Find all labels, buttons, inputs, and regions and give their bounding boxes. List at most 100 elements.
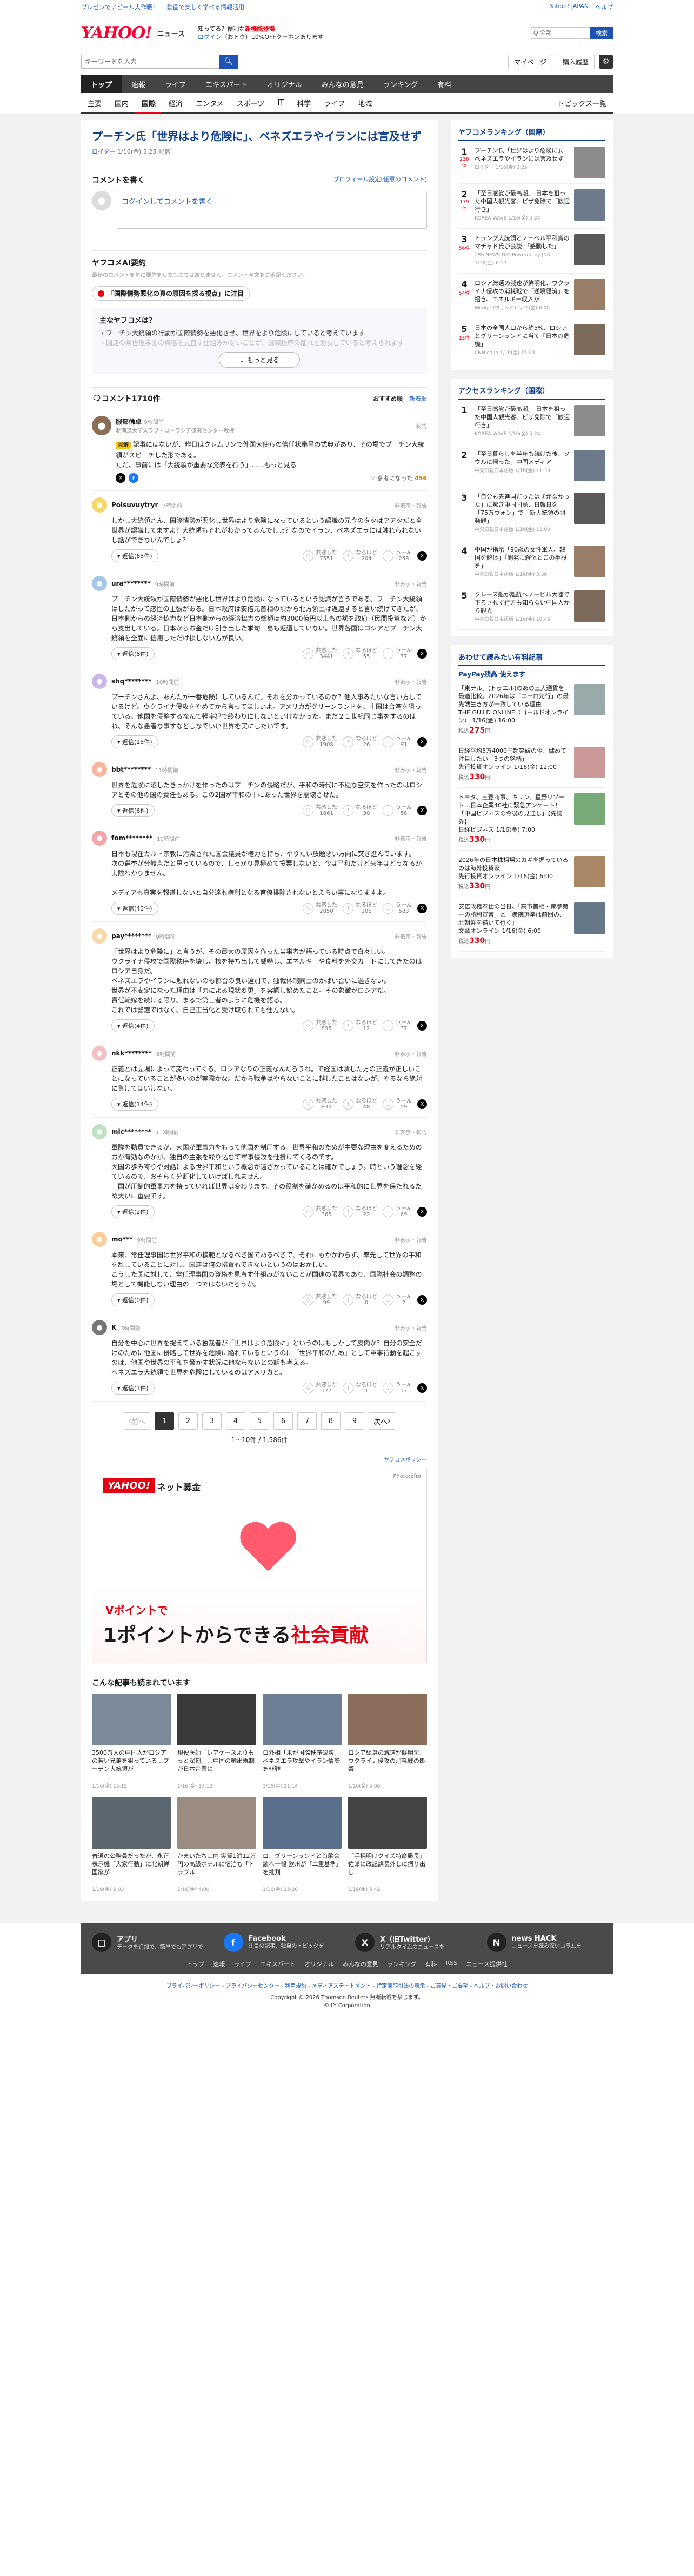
ranking-item[interactable]: 5 13件 日本の全国人口から約5%、ロシアとグリーンランドに当て「日本の危機」 CN… (458, 318, 605, 363)
commenter-avatar[interactable]: ● (92, 576, 107, 591)
mini-search-button[interactable]: 検索 (590, 27, 613, 39)
ranking-item[interactable]: 2 179件 「至日感覚が最高潮」 日本を狙った中国人観光客、ビザ免除で「歓迎行き」… (458, 184, 605, 229)
gnav-item-opinion[interactable]: みんなの意見 (312, 75, 373, 93)
commenter-avatar[interactable]: ● (92, 674, 107, 689)
related-article-card[interactable]: 普通の公務員だったが、永正表示機「大家行動」に北朝鮮国家が 1/16(金) 6:0… (92, 1797, 171, 1893)
paid-article-item[interactable]: 日経平均5万4000円超突破の今、儲めて注目したい「3つの銘柄」 先行投資オンライ… (458, 741, 605, 788)
article-title[interactable]: プーチン氏「世界はより危険に」、ベネズエラやイランには言及せず (92, 129, 427, 144)
dislike-button[interactable]: … うーん 37 (383, 1020, 412, 1032)
related-article-card[interactable]: 3500万人の中国人がロシアの若い兄弟を狙っている…プーチン大統領が 1/16(金… (92, 1694, 171, 1789)
commenter-name[interactable]: pay******** (111, 932, 151, 940)
footer-legal-links[interactable]: プライバシーポリシー - プライバシーセンター - 利用規約 - メディアステー… (0, 1981, 694, 1989)
reply-button[interactable]: ▾ 返信(43件) (111, 902, 158, 915)
sort-recommended[interactable]: おすすめ順 (373, 394, 403, 403)
expert-name[interactable]: 服部倫卓 (116, 418, 142, 426)
comment-report-link[interactable]: 非表示・報告 (395, 1128, 427, 1136)
comment-input[interactable]: ログインしてコメントを書く (117, 191, 427, 229)
reply-button[interactable]: ▾ 返信(1件) (111, 1382, 155, 1395)
naruhodo-button[interactable]: ! なるほど 26 (343, 736, 377, 748)
commenter-name[interactable]: shq******** (111, 678, 151, 685)
like-button[interactable]: ♡ 共感した 830 (303, 1098, 337, 1110)
related-article-card[interactable]: ロシア総選の減速が鮮明化、ウクライナ侵攻の消耗戦の影響 1/16(金) 5:00 (348, 1694, 427, 1789)
yahoo-comment-policy-link[interactable]: ヤフコメポリシー (92, 1455, 427, 1463)
ranking-item[interactable]: 1 「至日感覚が最高潮」 日本を狙った中国人観光客、ビザ免除で「歓迎行き」 KORE… (458, 400, 605, 444)
pager-page[interactable]: 9 (345, 1412, 364, 1430)
related-article-card[interactable]: 現役医師「レアケースよりもっと深刻」…中国の輸出規制が日本企業に 1/16(金) … (177, 1694, 256, 1789)
x-share-icon[interactable]: X (417, 1295, 427, 1305)
reply-button[interactable]: ▾ 返信(4件) (111, 1019, 155, 1032)
related-article-card[interactable]: ロ、グリーンランドと首脳会談へ一報 欧州が「二重基準」を批判 1/16(金) 15… (263, 1797, 342, 1893)
ranking-item[interactable]: 1 236件 プーチン氏「世界はより危険に」、ベネズエラやイランには言及せず ロイター… (458, 141, 605, 184)
help-link[interactable]: ヘルプ (595, 3, 613, 11)
footer-x[interactable]: X X（旧Twitter） リアルタイムのニュースを (355, 1933, 471, 1952)
dislike-button[interactable]: … うーん 69 (383, 1206, 412, 1218)
dislike-button[interactable]: … うーん 77 (383, 648, 412, 660)
gnav-item-live[interactable]: ライブ (155, 75, 196, 93)
cat-entertainment[interactable]: エンタメ (189, 98, 230, 108)
cat-economy[interactable]: 経済 (162, 98, 189, 108)
pager-page[interactable]: 1 (155, 1412, 174, 1430)
donation-ad-banner[interactable]: YAHOO! ネット募金 Photo:afro Vポイントで 1ポイントからでき… (92, 1469, 427, 1663)
yahoo-logo[interactable]: YAHOO! (81, 24, 152, 43)
ranking-item[interactable]: 2 「至日暮らしを半年も続けた後、ソウルに帰った」中国メディア 中央日報日本語版 1… (458, 444, 605, 487)
pager-page[interactable]: 7 (297, 1412, 317, 1430)
x-share-icon[interactable]: X (417, 649, 427, 659)
mini-search-input[interactable] (531, 27, 590, 39)
ai-focus-pill[interactable]: 「国際情勢悪化の真の原因を探る視点」に注目 (92, 286, 250, 301)
like-button[interactable]: ♡ 共感した 895 (303, 1020, 337, 1032)
reply-button[interactable]: ▾ 返信(6件) (111, 804, 155, 817)
commenter-avatar[interactable]: ● (92, 1124, 107, 1139)
pager-page[interactable]: 4 (226, 1412, 245, 1430)
purchase-history-button[interactable]: 購入履歴 (556, 54, 595, 69)
search-icon[interactable]: 🔍︎ (219, 55, 238, 69)
comment-report-link[interactable]: 非表示・報告 (395, 501, 427, 509)
naruhodo-button[interactable]: ! なるほど 106 (343, 902, 377, 914)
pager-page[interactable]: 8 (321, 1412, 341, 1430)
naruhodo-button[interactable]: ! なるほど 1 (343, 1382, 377, 1394)
helpful-button[interactable]: 💡︎ 参考になった 456 (371, 474, 427, 482)
commenter-name[interactable]: K (111, 1324, 116, 1331)
footer-link[interactable]: RSS (446, 1960, 458, 1968)
reply-button[interactable]: ▾ 返信(0件) (111, 1293, 155, 1306)
footer-link[interactable]: オリジナル (304, 1960, 334, 1968)
dislike-button[interactable]: … うーん 17 (383, 1382, 412, 1394)
gnav-item-expert[interactable]: エキスパート (196, 75, 257, 93)
commenter-avatar[interactable]: ● (92, 928, 107, 944)
x-share-icon[interactable]: X (417, 806, 427, 815)
commenter-name[interactable]: mo*** (111, 1236, 133, 1243)
related-article-card[interactable]: ロ外相「米が国際秩序破壊」 ベネズエラ攻撃やイラン情勢を非難 1/16(金) 11… (263, 1694, 342, 1789)
commenter-avatar[interactable]: ● (92, 831, 107, 846)
comment-report-link[interactable]: 非表示・報告 (395, 766, 427, 774)
footer-link[interactable]: ライブ (233, 1960, 251, 1968)
dislike-button[interactable]: … うーん 58 (383, 805, 412, 816)
commenter-name[interactable]: bbt******** (111, 766, 151, 773)
footer-link[interactable]: ランキング (387, 1960, 417, 1968)
like-button[interactable]: ♡ 共感した 1908 (303, 736, 337, 748)
x-share-icon[interactable]: X (417, 737, 427, 747)
cat-world[interactable]: 国際 (135, 98, 163, 114)
reply-button[interactable]: ▾ 返信(2件) (111, 1205, 155, 1218)
paid-article-item[interactable]: 「東チル」(トゥエル)のあの三大通貨を最適比較。2026年は「ユーロ先行」の最先… (458, 679, 605, 741)
paid-article-item[interactable]: トヨタ、三菱商事、キリン、星野リゾート…日本企業40社に緊急アンケート！「中国ビ… (458, 788, 605, 851)
ranking-item[interactable]: 5 クレーズ船が離航へノービル大陸で下ろされず行方も知らない中国人から観光 中央日報… (458, 585, 605, 630)
commenter-avatar[interactable]: ● (92, 1320, 107, 1335)
ranking-item[interactable]: 4 54件 ロシア総選の減速が鮮明化、ウクライナ侵攻の消耗戦で「逆境経済」を招き、エ… (458, 274, 605, 318)
footer-link[interactable]: 有料 (425, 1960, 437, 1968)
expert-avatar[interactable]: ● (92, 416, 111, 435)
reply-button[interactable]: ▾ 返信(65件) (111, 549, 158, 562)
x-share-icon[interactable]: X (417, 1383, 427, 1393)
reply-button[interactable]: ▾ 返信(8件) (111, 647, 155, 660)
commenter-avatar[interactable]: ● (92, 762, 107, 777)
commenter-name[interactable]: Poisuvuytryr (111, 501, 158, 509)
footer-facebook[interactable]: f Facebook 注目の記事、独自のトピックを (223, 1933, 339, 1952)
dislike-button[interactable]: … うーん 2 (383, 1294, 412, 1306)
gear-icon[interactable]: ⚙ (599, 55, 613, 69)
naruhodo-button[interactable]: ! なるほど 30 (343, 805, 377, 816)
facebook-share-icon[interactable]: f (129, 473, 138, 483)
commenter-name[interactable]: ura******** (111, 580, 151, 587)
like-button[interactable]: ♡ 共感した 365 (303, 1206, 337, 1218)
naruhodo-button[interactable]: ! なるほど 12 (343, 1020, 377, 1032)
news-logo-text[interactable]: ニュース (157, 28, 185, 38)
gnav-item-breaking[interactable]: 速報 (122, 75, 155, 93)
promo-link-1[interactable]: プレゼンでアピール大作戦！ (81, 3, 158, 11)
